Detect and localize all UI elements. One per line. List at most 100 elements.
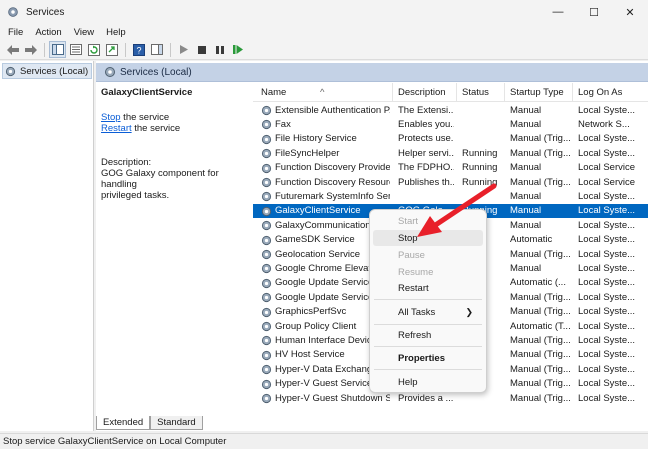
toolbar-separator xyxy=(125,42,126,57)
description-text-line1: GOG Galaxy component for handling xyxy=(101,168,219,190)
cell-log-on-as: Local Syste... xyxy=(578,147,636,159)
cell-name: Hyper-V Guest Shutdown S... xyxy=(275,392,390,404)
column-header-startup-type[interactable]: Startup Type xyxy=(510,87,564,98)
column-separator[interactable] xyxy=(456,83,457,102)
cell-log-on-as: Local Syste... xyxy=(578,306,636,318)
menu-view[interactable]: View xyxy=(68,27,100,38)
cell-log-on-as: Local Syste... xyxy=(578,191,636,203)
service-gear-icon xyxy=(261,307,272,317)
column-header-status[interactable]: Status xyxy=(462,87,489,98)
table-row[interactable]: Futuremark SystemInfo Ser... Manual Local … xyxy=(253,189,648,203)
cell-description: Publishes th... xyxy=(398,176,454,188)
back-button[interactable] xyxy=(4,41,21,58)
stop-icon xyxy=(197,45,206,54)
cell-description: The FDPHO... xyxy=(398,162,454,174)
toolbar-separator xyxy=(44,42,45,57)
cell-name: Extensible Authentication P... xyxy=(275,104,390,116)
context-menu-properties[interactable]: Properties xyxy=(373,350,483,366)
stop-service-link[interactable]: Stop xyxy=(101,112,121,123)
window-title: Services xyxy=(26,6,65,18)
close-button[interactable]: ✕ xyxy=(612,0,648,24)
show-action-pane-button[interactable] xyxy=(148,41,165,58)
context-menu-separator xyxy=(374,346,482,347)
status-bar: Stop service GalaxyClientService on Loca… xyxy=(0,433,648,449)
table-row[interactable]: File History Service Protects use... Manua… xyxy=(253,132,648,146)
cell-log-on-as: Local Syste... xyxy=(578,133,636,145)
minimize-button[interactable]: — xyxy=(540,0,576,24)
description-label: Description: xyxy=(101,157,152,168)
cell-name: Futuremark SystemInfo Ser... xyxy=(275,191,390,203)
cell-log-on-as: Local Syste... xyxy=(578,349,636,361)
back-arrow-icon xyxy=(6,44,19,55)
column-header-name[interactable]: Name xyxy=(261,87,286,98)
menu-action[interactable]: Action xyxy=(29,27,67,38)
status-text: Stop service GalaxyClientService on Loca… xyxy=(3,436,227,447)
restart-suffix: the service xyxy=(131,123,181,134)
maximize-button[interactable]: ☐ xyxy=(576,0,612,24)
table-row[interactable]: Hyper-V Guest Shutdown S... Provides a ..… xyxy=(253,391,648,405)
show-console-tree-button[interactable] xyxy=(49,41,66,58)
start-service-button[interactable] xyxy=(175,41,192,58)
column-separator[interactable] xyxy=(504,83,505,102)
cell-startup-type: Manual xyxy=(510,162,542,174)
context-menu-restart[interactable]: Restart xyxy=(373,280,483,296)
context-menu-pause[interactable]: Pause xyxy=(373,247,483,263)
gear-icon xyxy=(5,66,16,76)
cell-name: FileSyncHelper xyxy=(275,147,340,159)
help-book-icon: ? xyxy=(132,43,145,56)
stop-service-button[interactable] xyxy=(193,41,210,58)
table-row[interactable]: Function Discovery Resourc... Publishes t… xyxy=(253,175,648,189)
context-menu-separator xyxy=(374,299,482,300)
service-gear-icon xyxy=(261,192,272,202)
service-gear-icon xyxy=(261,321,272,332)
context-menu-start[interactable]: Start xyxy=(373,213,483,229)
properties-toolbar-button[interactable] xyxy=(67,41,84,58)
console-tree: Services (Local) xyxy=(0,61,94,431)
stop-suffix: the service xyxy=(120,112,170,123)
service-gear-icon xyxy=(261,249,272,260)
context-menu-refresh[interactable]: Refresh xyxy=(373,327,483,343)
tree-item-services-local[interactable]: Services (Local) xyxy=(2,63,92,79)
cell-name: File History Service xyxy=(275,133,357,145)
gear-icon xyxy=(105,67,115,77)
cell-log-on-as: Local Syste... xyxy=(578,234,636,246)
cell-description: Helper servi... xyxy=(398,147,454,159)
service-gear-icon xyxy=(261,177,272,188)
cell-startup-type: Manual (Trig... xyxy=(510,349,570,361)
cell-log-on-as: Local Syste... xyxy=(578,219,636,231)
table-row[interactable]: FileSyncHelper Helper servi... Running Manu… xyxy=(253,146,648,160)
column-separator[interactable] xyxy=(392,83,393,102)
cell-startup-type: Manual (Trig... xyxy=(510,306,570,318)
table-row[interactable]: Function Discovery Provide... The FDPHO..… xyxy=(253,161,648,175)
context-menu-resume[interactable]: Resume xyxy=(373,264,483,280)
column-separator[interactable] xyxy=(572,83,573,102)
service-gear-icon xyxy=(261,336,272,346)
table-row[interactable]: Fax Enables you... Manual Network S... xyxy=(253,117,648,131)
description-text-line2: privileged tasks. xyxy=(101,190,170,201)
menu-help[interactable]: Help xyxy=(100,27,132,38)
cell-status: Running xyxy=(462,176,498,188)
export-list-button[interactable] xyxy=(103,41,120,58)
context-menu-help[interactable]: Help xyxy=(373,374,483,390)
restart-service-link[interactable]: Restart xyxy=(101,123,132,134)
column-header-log-on-as[interactable]: Log On As xyxy=(578,87,622,98)
help-toolbar-button[interactable]: ? xyxy=(130,41,147,58)
refresh-toolbar-button[interactable] xyxy=(85,41,102,58)
tab-extended[interactable]: Extended xyxy=(96,416,151,430)
menu-file[interactable]: File xyxy=(2,27,29,38)
table-row[interactable]: Extensible Authentication P... The Extens… xyxy=(253,103,648,117)
forward-button[interactable] xyxy=(22,41,39,58)
service-title: GalaxyClientService xyxy=(101,87,193,98)
service-gear-icon xyxy=(261,120,272,130)
cell-startup-type: Manual (Trig... xyxy=(510,133,570,145)
context-menu: Start Stop Pause Resume Restart All Task… xyxy=(369,209,487,393)
context-menu-separator xyxy=(374,324,482,325)
service-details: GalaxyClientService Stop the service Res… xyxy=(101,87,253,417)
tab-standard[interactable]: Standard xyxy=(150,416,203,430)
context-menu-all-tasks[interactable]: All Tasks ❯ xyxy=(373,304,483,320)
column-header-description[interactable]: Description xyxy=(398,87,446,98)
context-menu-stop[interactable]: Stop xyxy=(373,230,483,246)
pause-service-button[interactable] xyxy=(211,41,228,58)
window-controls: — ☐ ✕ xyxy=(540,0,648,24)
restart-service-button[interactable] xyxy=(229,41,246,58)
